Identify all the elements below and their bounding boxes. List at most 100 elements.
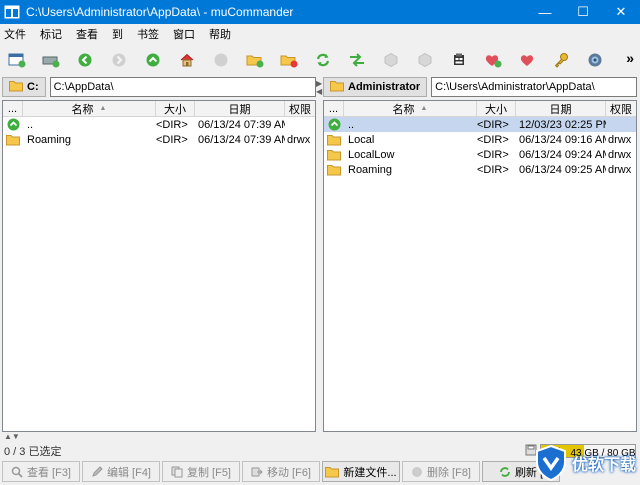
file-name: ..	[348, 118, 355, 131]
stop-icon[interactable]	[210, 49, 232, 71]
file-size: <DIR>	[477, 148, 509, 161]
col-permissions[interactable]: 权限	[285, 101, 315, 116]
new-folder-button-label: 新建文件...	[343, 466, 397, 479]
col-date[interactable]: 日期	[195, 101, 285, 116]
connect-server-icon[interactable]	[40, 49, 62, 71]
left-path-input[interactable]	[49, 77, 316, 97]
file-name: Roaming	[348, 163, 393, 176]
col-extension[interactable]: ...	[3, 101, 23, 116]
home-icon[interactable]	[176, 49, 198, 71]
move-button[interactable]: 移动 [F6]	[242, 461, 320, 482]
new-folder-button[interactable]: 新建文件...	[322, 461, 400, 482]
right-drive-button[interactable]: Administrator	[323, 77, 428, 97]
split-handle[interactable]: ▲▼	[4, 432, 20, 441]
left-file-table: ... 名称 ▲ 大小 日期 权限 .. <DIR> 06/13/24 07:39…	[2, 100, 316, 432]
new-folder-icon	[325, 466, 340, 478]
file-date: 06/13/24 07:39 AM	[198, 118, 285, 131]
col-size[interactable]: 大小	[156, 101, 195, 116]
back-icon[interactable]	[74, 49, 96, 71]
col-name[interactable]: 名称 ▲	[23, 101, 156, 116]
add-bookmark-icon[interactable]	[482, 49, 504, 71]
swap-panels-icon[interactable]	[346, 49, 368, 71]
left-panel: C: ... 名称 ▲ 大小 日期 权限 .. <DIR> 06/13/24 07…	[2, 76, 316, 432]
file-permissions: drwx	[608, 133, 632, 146]
file-date: 06/13/24 09:16 AM	[519, 133, 606, 146]
file-size: <DIR>	[156, 118, 188, 131]
view-icon	[11, 466, 23, 478]
watermark-logo: 优软下载	[532, 440, 640, 485]
right-path-input[interactable]	[431, 77, 637, 97]
menu-help[interactable]: 帮助	[209, 26, 231, 42]
watermark-text: 优软下载	[571, 456, 636, 474]
right-drive-label: Administrator	[348, 81, 421, 93]
toolbar: »	[0, 46, 640, 74]
right-file-table: ... 名称 ▲ 大小 日期 权限 .. <DIR> 12/03/23 02:25…	[323, 100, 637, 432]
left-drive-button[interactable]: C:	[2, 77, 46, 97]
sort-ascending-icon: ▲	[99, 105, 107, 112]
left-table-header: ... 名称 ▲ 大小 日期 权限	[3, 101, 315, 117]
right-location-bar: Administrator	[323, 76, 637, 98]
credentials-icon[interactable]	[550, 49, 572, 71]
table-row[interactable]: LocalLow <DIR> 06/13/24 09:24 AM drwx	[324, 147, 636, 162]
mark-folder-icon[interactable]	[244, 49, 266, 71]
toolbar-overflow-button[interactable]: »	[626, 50, 634, 66]
delete-icon	[411, 466, 423, 478]
folder-icon	[324, 149, 344, 161]
close-button[interactable]: ✕	[602, 0, 640, 24]
table-row[interactable]: Roaming <DIR> 06/13/24 07:39 AM drwx	[3, 132, 315, 147]
forward-icon[interactable]	[108, 49, 130, 71]
file-permissions: drwx	[287, 133, 311, 146]
file-date: 06/13/24 09:24 AM	[519, 148, 606, 161]
menu-window[interactable]: 窗口	[173, 26, 195, 42]
table-row[interactable]: .. <DIR> 12/03/23 02:25 PM	[324, 117, 636, 132]
copy-button[interactable]: 复制 [F5]	[162, 461, 240, 482]
right-panel: Administrator ... 名称 ▲ 大小 日期 权限 .. <DIR> …	[323, 76, 637, 432]
file-name: LocalLow	[348, 148, 395, 161]
right-table-header: ... 名称 ▲ 大小 日期 权限	[324, 101, 636, 117]
panel-divider[interactable]: ▶ ◀	[316, 80, 322, 96]
col-extension[interactable]: ...	[324, 101, 344, 116]
menu-bookmarks[interactable]: 书签	[137, 26, 159, 42]
file-name: Local	[348, 133, 375, 146]
folder-icon	[9, 80, 23, 95]
table-row[interactable]: Roaming <DIR> 06/13/24 09:25 AM drwx	[324, 162, 636, 177]
minimize-button[interactable]: —	[526, 0, 564, 24]
menu-mark[interactable]: 标记	[40, 26, 62, 42]
table-row[interactable]: Local <DIR> 06/13/24 09:16 AM drwx	[324, 132, 636, 147]
new-window-icon[interactable]	[6, 49, 28, 71]
menu-go[interactable]: 到	[112, 26, 123, 42]
refresh-icon[interactable]	[312, 49, 334, 71]
file-name: ..	[27, 118, 34, 131]
sort-ascending-icon: ▲	[420, 105, 428, 112]
table-row[interactable]: .. <DIR> 06/13/24 07:39 AM	[3, 117, 315, 132]
shield-icon	[535, 444, 566, 481]
title-bar[interactable]: C:\Users\Administrator\AppData\ - muComm…	[0, 0, 640, 24]
col-date[interactable]: 日期	[516, 101, 606, 116]
delete-button[interactable]: 删除 [F8]	[402, 461, 480, 482]
parent-folder-icon[interactable]	[142, 49, 164, 71]
move-button-label: 移动 [F6]	[266, 466, 311, 479]
file-size: <DIR>	[477, 118, 509, 131]
view-button[interactable]: 查看 [F3]	[2, 461, 80, 482]
col-permissions[interactable]: 权限	[606, 101, 636, 116]
view-button-label: 查看 [F3]	[26, 466, 71, 479]
left-location-bar: C:	[2, 76, 316, 98]
edit-button[interactable]: 编辑 [F4]	[82, 461, 160, 482]
menu-bar: 文件 标记 查看 到 书签 窗口 帮助	[0, 24, 640, 44]
edit-bookmarks-icon[interactable]	[516, 49, 538, 71]
unpack-icon[interactable]	[414, 49, 436, 71]
maximize-button[interactable]: ☐	[564, 0, 602, 24]
menu-file[interactable]: 文件	[4, 26, 26, 42]
file-date: 06/13/24 09:25 AM	[519, 163, 606, 176]
menu-view[interactable]: 查看	[76, 26, 98, 42]
file-date: 06/13/24 07:39 AM	[198, 133, 285, 146]
preferences-icon[interactable]	[584, 49, 606, 71]
pack-icon[interactable]	[380, 49, 402, 71]
unmark-folder-icon[interactable]	[278, 49, 300, 71]
edit-icon	[91, 465, 103, 478]
col-name[interactable]: 名称 ▲	[344, 101, 477, 116]
file-size: <DIR>	[477, 133, 509, 146]
col-size[interactable]: 大小	[477, 101, 516, 116]
email-icon[interactable]	[448, 49, 470, 71]
file-size: <DIR>	[156, 133, 188, 146]
